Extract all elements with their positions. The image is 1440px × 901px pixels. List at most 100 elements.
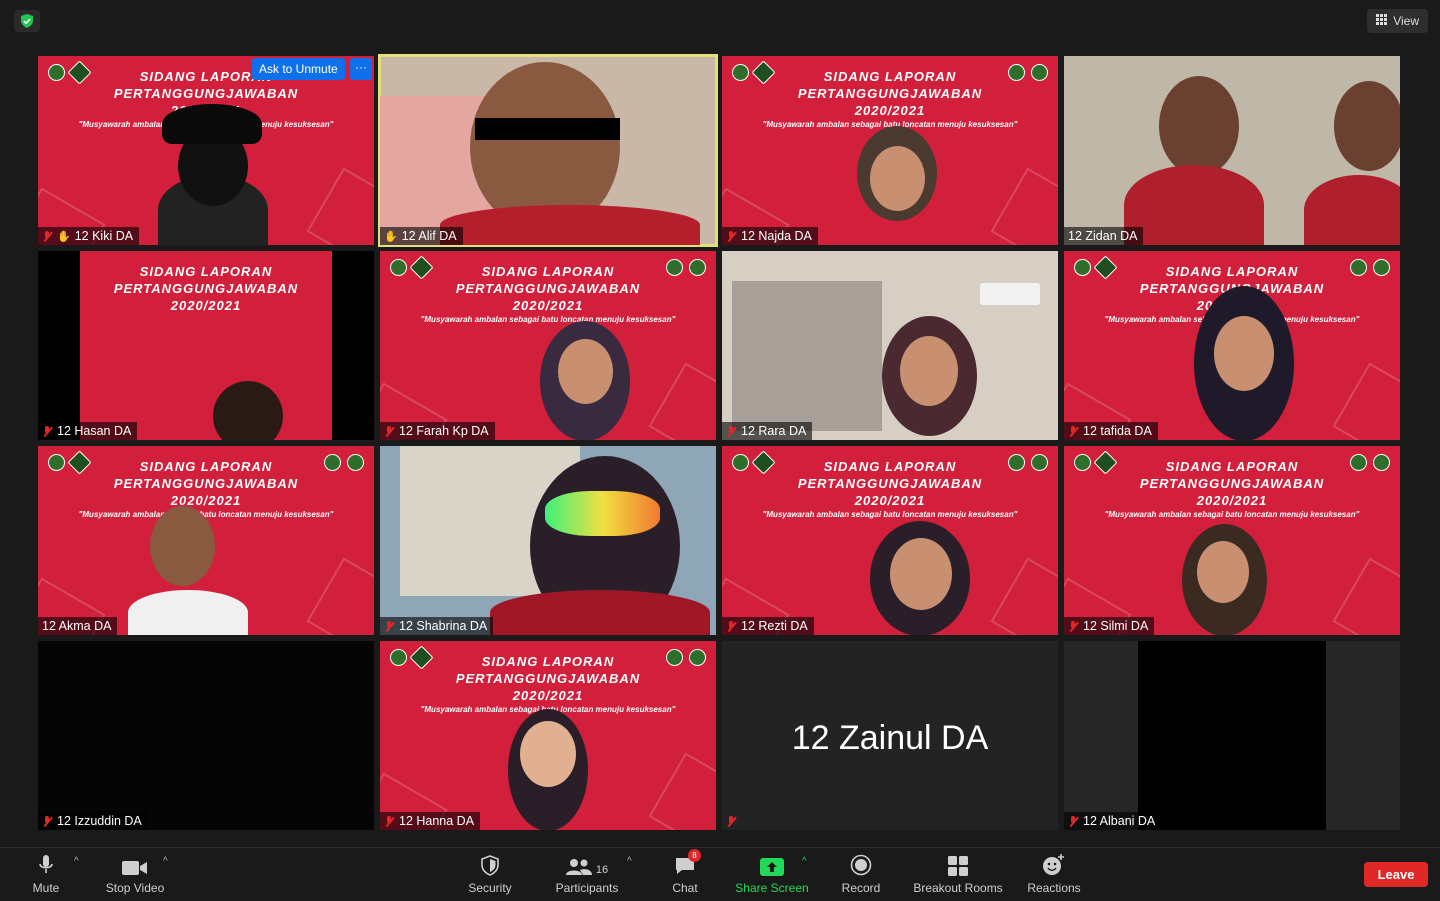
video-tile[interactable]: SIDANG LAPORANPERTANGGUNGJAWABAN2020/202… <box>1064 446 1400 635</box>
banner-line3: 2020/2021 <box>1196 493 1268 508</box>
banner-line2: PERTANGGUNGJAWABAN <box>113 281 299 296</box>
video-tile[interactable]: SIDANG LAPORAN PERTANGGUNGJAWABAN 2020/202… <box>722 56 1058 245</box>
participant-silhouette <box>440 205 700 245</box>
participant-face <box>870 146 925 211</box>
video-tile-active-speaker[interactable]: ✋ 12 Alif DA <box>378 54 718 247</box>
name-tag: 12 Albani DA <box>1064 812 1162 830</box>
hand-raised-icon: ✋ <box>57 230 71 243</box>
video-tile[interactable]: 12 Zidan DA <box>1064 56 1400 245</box>
name-tag: 12 Hanna DA <box>380 812 481 830</box>
video-tile[interactable]: 12 Shabrina DA <box>380 446 716 635</box>
mic-muted-icon <box>384 620 395 632</box>
participant-name: 12 tafida DA <box>1083 424 1152 438</box>
participant-head <box>150 506 215 586</box>
mic-muted-icon <box>726 425 737 437</box>
video-tile-no-video[interactable]: 12 Zainul DA <box>722 641 1058 830</box>
participants-icon: 16 <box>565 854 609 876</box>
banner-line3: 2020/2021 <box>170 298 242 313</box>
participant-name: 12 Hasan DA <box>57 424 132 438</box>
security-label: Security <box>468 881 512 895</box>
ask-to-unmute-button[interactable]: Ask to Unmute <box>252 58 345 80</box>
participants-count: 16 <box>595 864 609 876</box>
video-feed <box>1138 641 1326 830</box>
banner-line3: 2020/2021 <box>170 493 242 508</box>
breakout-rooms-label: Breakout Rooms <box>913 881 1003 895</box>
video-tile[interactable]: 12 Izzuddin DA <box>38 641 374 830</box>
participant-face <box>520 721 576 787</box>
name-tag: 12 tafida DA <box>1064 422 1158 440</box>
mic-muted-icon <box>1068 620 1079 632</box>
banner-line2: PERTANGGUNGJAWABAN <box>797 86 983 101</box>
name-tag: 12 Akma DA <box>38 617 118 635</box>
participant-name: 12 Silmi DA <box>1083 619 1149 633</box>
participant-name: 12 Kiki DA <box>74 229 134 243</box>
name-tag: ✋ 12 Kiki DA <box>38 227 140 245</box>
mic-muted-icon <box>726 620 737 632</box>
breakout-rooms-button[interactable]: Breakout Rooms <box>910 854 1006 895</box>
chat-unread-badge: 8 <box>688 849 701 862</box>
stop-video-label: Stop Video <box>105 881 165 895</box>
chat-bubble-icon: 8 <box>674 849 701 876</box>
mic-muted-icon <box>1068 815 1079 827</box>
participants-button[interactable]: 16 Participants <box>552 854 622 895</box>
stop-video-button[interactable]: Stop Video <box>100 854 170 895</box>
video-tile[interactable]: SIDANG LAPORAN PERTANGGUNGJAWABAN 2020/202… <box>38 251 374 440</box>
banner-line3: 2020/2021 <box>854 103 926 118</box>
background-ac-unit <box>980 283 1040 305</box>
name-tag: 12 Rara DA <box>722 422 813 440</box>
participant-name: 12 Hanna DA <box>399 814 475 828</box>
participant-name: 12 Shabrina DA <box>399 619 488 633</box>
video-tile[interactable]: SIDANG LAPORANPERTANGGUNGJAWABAN2020/202… <box>1064 251 1400 440</box>
banner-line1: SIDANG LAPORAN <box>1165 264 1299 279</box>
banner-line1: SIDANG LAPORAN <box>139 264 273 279</box>
banner-line1: SIDANG LAPORAN <box>823 69 957 84</box>
banner-line2: PERTANGGUNGJAWABAN <box>113 86 299 101</box>
video-tile[interactable]: SIDANG LAPORANPERTANGGUNGJAWABAN2020/202… <box>38 56 374 245</box>
record-button[interactable]: Record <box>838 854 884 895</box>
participant-name: 12 Akma DA <box>42 619 112 633</box>
participants-label: Participants <box>555 881 619 895</box>
view-label: View <box>1393 14 1419 28</box>
banner-tagline: "Musyawarah ambalan sebagai batu loncata… <box>1104 510 1360 519</box>
security-button[interactable]: Security <box>462 854 518 895</box>
more-options-button[interactable]: ··· <box>350 58 372 80</box>
reactions-smiley-icon <box>1042 854 1066 876</box>
banner-line1: SIDANG LAPORAN <box>481 264 615 279</box>
video-tile[interactable]: SIDANG LAPORANPERTANGGUNGJAWABAN2020/202… <box>38 446 374 635</box>
mic-muted-icon <box>726 815 737 827</box>
leave-button[interactable]: Leave <box>1364 862 1428 887</box>
share-screen-button[interactable]: Share Screen <box>733 854 811 895</box>
participant-silhouette <box>128 590 248 635</box>
participant-name: 12 Alif DA <box>401 229 457 243</box>
view-button[interactable]: View <box>1367 9 1428 33</box>
security-shield-icon[interactable] <box>14 10 40 32</box>
name-tag: 12 Izzuddin DA <box>38 812 148 830</box>
video-tile[interactable]: SIDANG LAPORANPERTANGGUNGJAWABAN2020/202… <box>380 251 716 440</box>
audio-options-caret-icon[interactable]: ^ <box>74 856 79 867</box>
participant-head <box>1334 81 1400 171</box>
goggles-filter <box>545 491 660 536</box>
microphone-icon <box>38 854 54 876</box>
participant-name: 12 Izzuddin DA <box>57 814 142 828</box>
mute-button[interactable]: Mute <box>28 854 64 895</box>
reactions-button[interactable]: Reactions <box>1024 854 1084 895</box>
chat-label: Chat <box>672 881 698 895</box>
participants-options-caret-icon[interactable]: ^ <box>627 856 632 867</box>
video-tile[interactable]: 12 Rara DA <box>722 251 1058 440</box>
participant-name: 12 Najda DA <box>741 229 812 243</box>
hand-raised-icon: ✋ <box>384 230 398 243</box>
video-tile[interactable]: 12 Albani DA <box>1064 641 1400 830</box>
gallery-grid: SIDANG LAPORAN PERTANGGUNGJAWABAN 2020/202… <box>38 54 1402 830</box>
name-tag: 12 Hasan DA <box>38 422 138 440</box>
video-tile[interactable]: SIDANG LAPORANPERTANGGUNGJAWABAN2020/202… <box>380 641 716 830</box>
share-options-caret-icon[interactable]: ^ <box>802 856 807 867</box>
mic-muted-icon <box>42 815 53 827</box>
participant-face <box>900 336 958 406</box>
video-tile[interactable]: SIDANG LAPORANPERTANGGUNGJAWABAN2020/202… <box>722 446 1058 635</box>
mic-muted-icon <box>384 425 395 437</box>
participant-name: 12 Farah Kp DA <box>399 424 489 438</box>
video-options-caret-icon[interactable]: ^ <box>163 856 168 867</box>
chat-button[interactable]: 8 Chat <box>668 849 702 895</box>
mic-muted-icon <box>726 230 737 242</box>
participant-display-name: 12 Zainul DA <box>791 719 989 757</box>
